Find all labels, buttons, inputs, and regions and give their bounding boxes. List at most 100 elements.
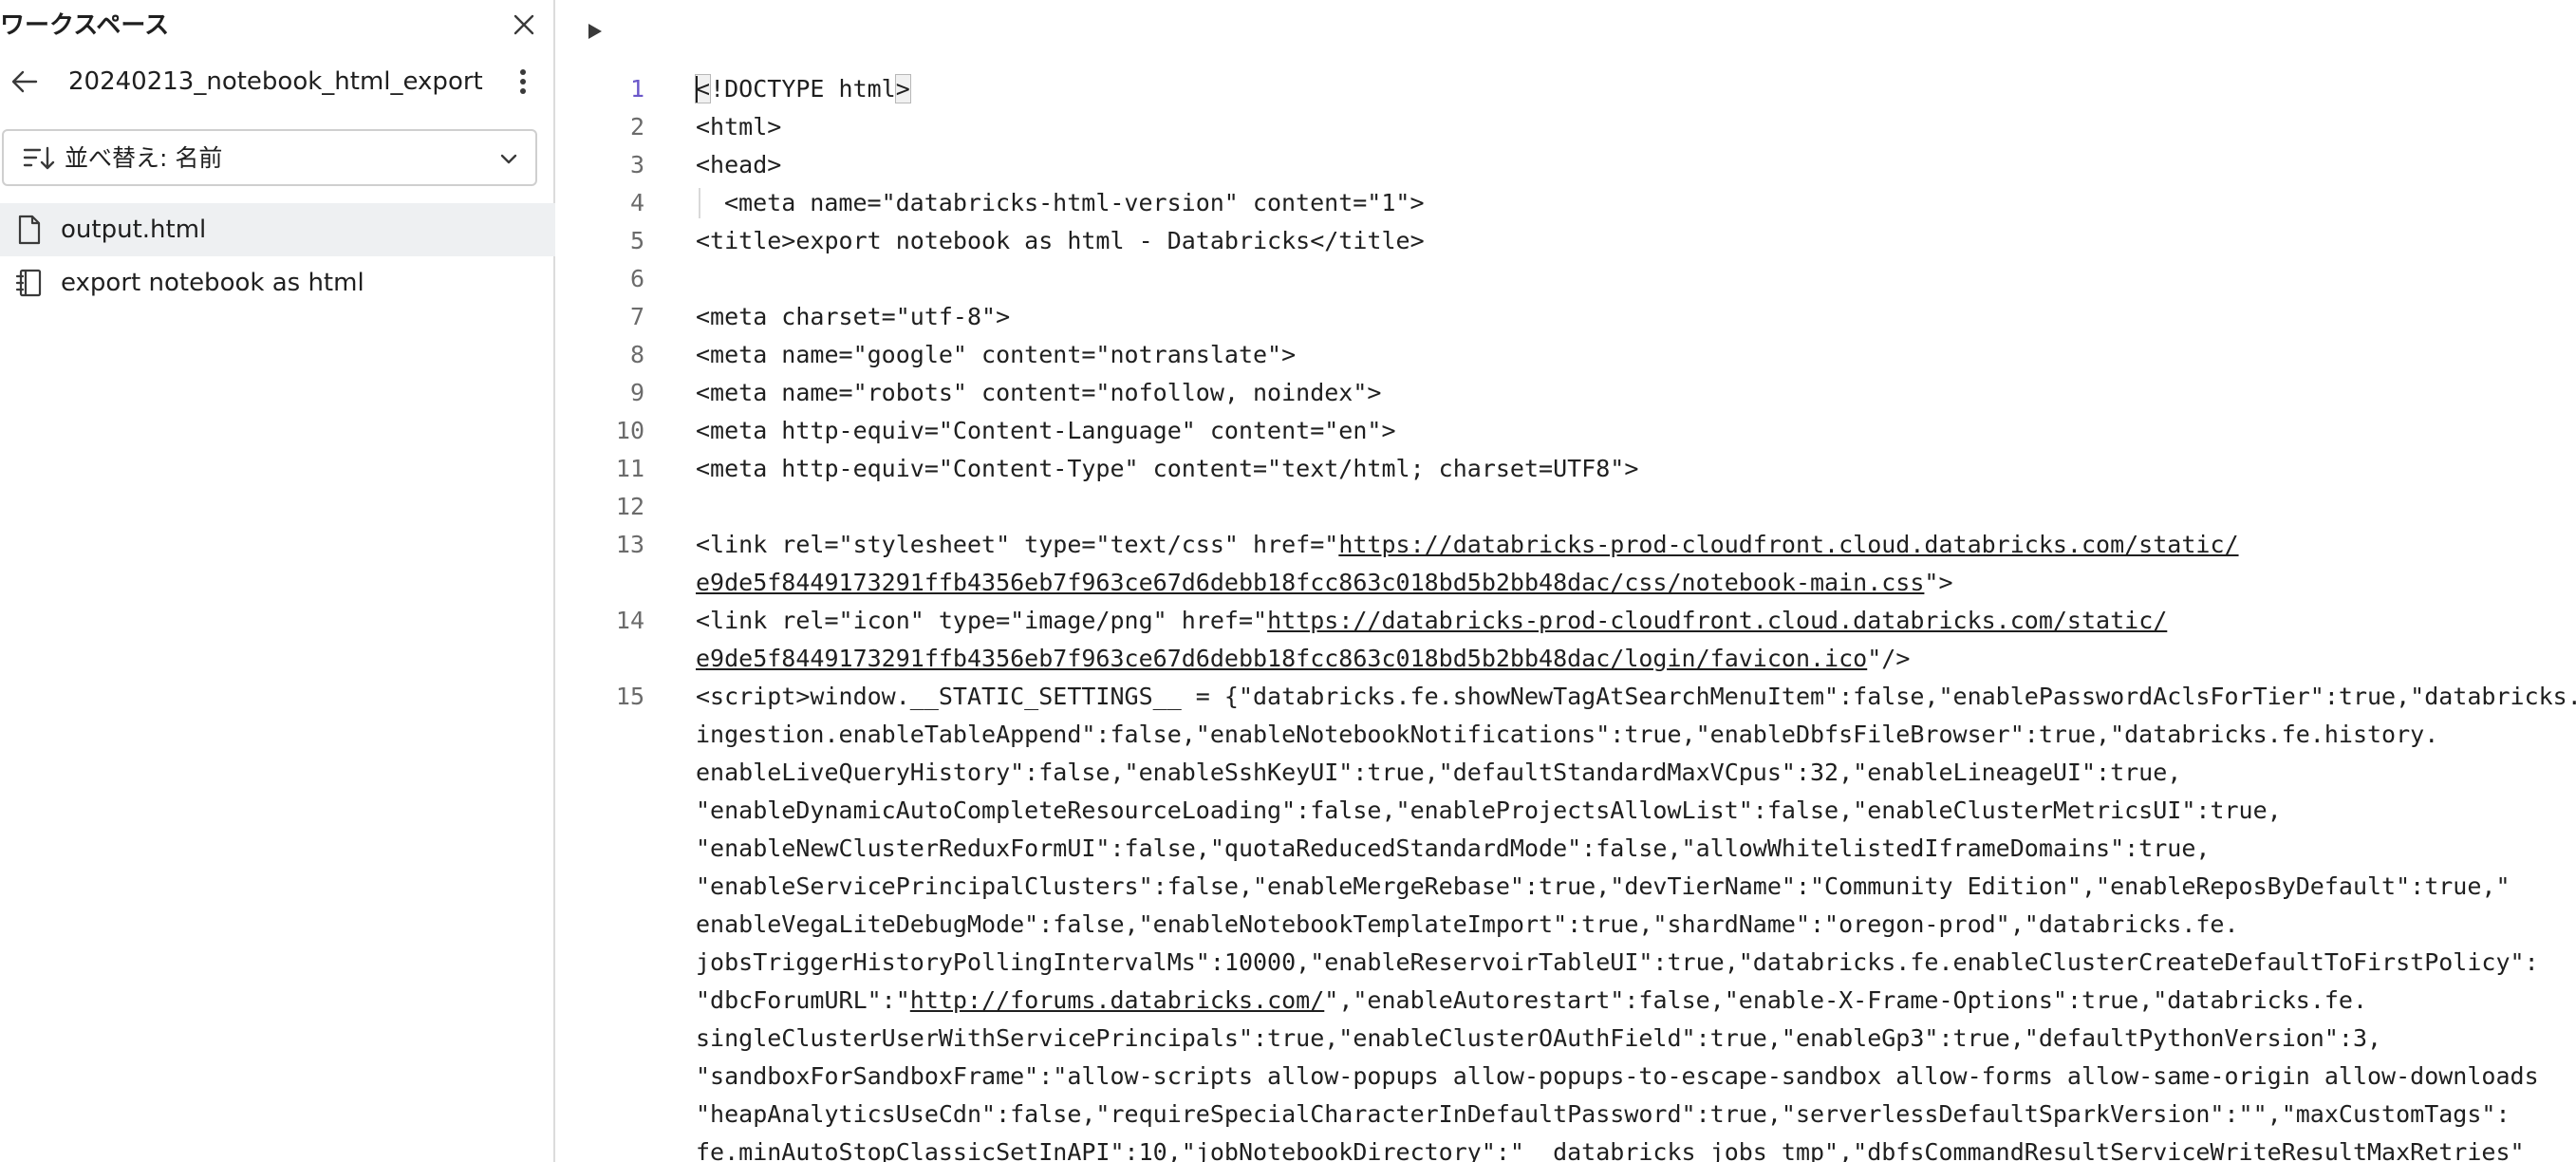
code-line-wrap: "enableServicePrincipalClusters":false,"… bbox=[557, 868, 2576, 906]
line-number: 8 bbox=[629, 341, 644, 368]
code-url-link[interactable]: e9de5f8449173291ffb4356eb7f963ce67d6debb… bbox=[696, 569, 1924, 596]
line-text: <meta name="robots" content="nofollow, n… bbox=[696, 379, 1382, 406]
code-line-wrap: "enableDynamicAutoCompleteResourceLoadin… bbox=[557, 792, 2576, 830]
folder-menu-button[interactable] bbox=[509, 65, 537, 99]
code-url-link[interactable]: https://databricks-prod-cloudfront.cloud… bbox=[1267, 607, 2167, 634]
back-button[interactable] bbox=[8, 65, 42, 99]
notebook-icon bbox=[15, 268, 44, 298]
code-line: 5 <title>export notebook as html - Datab… bbox=[557, 222, 2576, 260]
line-text: "heapAnalyticsUseCdn":false,"requireSpec… bbox=[696, 1100, 2511, 1128]
line-content: !DOCTYPE html bbox=[710, 75, 896, 103]
line-number: 11 bbox=[615, 455, 644, 482]
code-line: 6 bbox=[557, 260, 2576, 298]
line-text: ingestion.enableTableAppend":false,"enab… bbox=[696, 721, 2439, 748]
line-text: <script>window.__STATIC_SETTINGS__ = {"d… bbox=[696, 683, 2576, 710]
code-line-wrap: "dbcForumURL":"http://forums.databricks.… bbox=[557, 982, 2576, 1020]
line-text: singleClusterUserWithServicePrincipals":… bbox=[696, 1024, 2382, 1052]
current-folder-name: 20240213_notebook_html_export bbox=[68, 67, 483, 96]
line-number: 9 bbox=[629, 379, 644, 406]
chevron-down-icon bbox=[495, 146, 522, 173]
line-number: 15 bbox=[615, 683, 644, 710]
line-number: 12 bbox=[615, 493, 644, 520]
sort-label: 並べ替え: 名前 bbox=[65, 144, 223, 172]
close-sidebar-button[interactable] bbox=[509, 9, 539, 40]
file-item-label: export notebook as html bbox=[61, 269, 364, 297]
folder-nav: 20240213_notebook_html_export bbox=[0, 59, 555, 104]
line-number: 1 bbox=[629, 75, 644, 103]
line-number: 10 bbox=[615, 417, 644, 444]
indent-guide bbox=[699, 188, 700, 218]
code-line-wrap: jobsTriggerHistoryPollingIntervalMs":100… bbox=[557, 944, 2576, 982]
code-line: 13 <link rel="stylesheet" type="text/css… bbox=[557, 526, 2576, 564]
line-text: <meta charset="utf-8"> bbox=[696, 303, 1011, 330]
close-icon bbox=[513, 14, 534, 35]
line-text: "enableDynamicAutoCompleteResourceLoadin… bbox=[696, 797, 2282, 824]
code-line: 1 <!DOCTYPE html> bbox=[557, 70, 2576, 108]
code-line: 9 <meta name="robots" content="nofollow,… bbox=[557, 374, 2576, 412]
code-url-link[interactable]: e9de5f8449173291ffb4356eb7f963ce67d6debb… bbox=[696, 645, 1867, 672]
forum-url-link[interactable]: http://forums.databricks.com/ bbox=[910, 986, 1325, 1014]
line-text: "dbcForumURL":"http://forums.databricks.… bbox=[696, 982, 2367, 1020]
sort-icon bbox=[23, 144, 55, 173]
line-text: "sandboxForSandboxFrame":"allow-scripts … bbox=[696, 1062, 2539, 1090]
code-line-wrap: enableVegaLiteDebugMode":false,"enableNo… bbox=[557, 906, 2576, 944]
file-item-label: output.html bbox=[61, 216, 207, 244]
code-line-wrap: e9de5f8449173291ffb4356eb7f963ce67d6debb… bbox=[557, 640, 2576, 678]
file-item-output-html[interactable]: output.html bbox=[0, 203, 555, 256]
matching-bracket: < bbox=[694, 74, 712, 103]
code-line-wrap: fe.minAutoStopClassicSetInAPI":10,"jobNo… bbox=[557, 1134, 2576, 1162]
code-line: 3 <head> bbox=[557, 146, 2576, 184]
code-line: 7 <meta charset="utf-8"> bbox=[557, 298, 2576, 336]
code-segment: "> bbox=[1924, 569, 1953, 596]
line-text: <meta http-equiv="Content-Language" cont… bbox=[696, 417, 1396, 444]
code-line-wrap: "sandboxForSandboxFrame":"allow-scripts … bbox=[557, 1058, 2576, 1096]
line-text: <!DOCTYPE html> bbox=[694, 70, 911, 108]
line-text: <head> bbox=[696, 151, 782, 178]
workspace-header: ワークスペース bbox=[0, 0, 555, 53]
code-segment: "dbcForumURL":" bbox=[696, 986, 910, 1014]
file-item-export-notebook[interactable]: export notebook as html bbox=[0, 256, 555, 309]
code-line: 11 <meta http-equiv="Content-Type" conte… bbox=[557, 450, 2576, 488]
sort-dropdown[interactable]: 並べ替え: 名前 bbox=[2, 129, 537, 186]
file-list: output.html export notebook as html bbox=[0, 203, 555, 309]
line-number: 14 bbox=[615, 607, 644, 634]
line-number: 5 bbox=[629, 227, 644, 254]
arrow-left-icon bbox=[11, 70, 38, 93]
code-line-wrap: ingestion.enableTableAppend":false,"enab… bbox=[557, 716, 2576, 754]
line-number: 13 bbox=[615, 531, 644, 558]
line-number: 7 bbox=[629, 303, 644, 330]
code-line-wrap: "heapAnalyticsUseCdn":false,"requireSpec… bbox=[557, 1096, 2576, 1134]
workspace-sidebar: ワークスペース 20240213_notebook_html_export 並べ… bbox=[0, 0, 555, 1162]
code-line-wrap: singleClusterUserWithServicePrincipals":… bbox=[557, 1020, 2576, 1058]
line-text: <link rel="icon" type="image/png" href="… bbox=[696, 602, 2167, 640]
code-editor[interactable]: 1 <!DOCTYPE html> 2 <html> 3 <head> 4 <m… bbox=[557, 0, 2576, 1162]
line-number: 2 bbox=[629, 113, 644, 141]
file-icon bbox=[15, 215, 44, 245]
line-text: "enableNewClusterReduxFormUI":false,"quo… bbox=[696, 834, 2211, 862]
code-line-wrap: enableLiveQueryHistory":false,"enableSsh… bbox=[557, 754, 2576, 792]
matching-bracket: > bbox=[894, 74, 911, 103]
line-number: 6 bbox=[629, 265, 644, 292]
code-lines: 1 <!DOCTYPE html> 2 <html> 3 <head> 4 <m… bbox=[557, 70, 2576, 1162]
code-segment: ","enableAutorestart":false,"enable-X-Fr… bbox=[1324, 986, 2368, 1014]
line-number: 3 bbox=[629, 151, 644, 178]
code-line-wrap: e9de5f8449173291ffb4356eb7f963ce67d6debb… bbox=[557, 564, 2576, 602]
code-line-wrap: "enableNewClusterReduxFormUI":false,"quo… bbox=[557, 830, 2576, 868]
code-line: 15 <script>window.__STATIC_SETTINGS__ = … bbox=[557, 678, 2576, 716]
play-icon bbox=[588, 24, 602, 39]
line-text: <meta name="google" content="notranslate… bbox=[696, 341, 1297, 368]
line-text: <meta http-equiv="Content-Type" content=… bbox=[696, 455, 1639, 482]
line-text: e9de5f8449173291ffb4356eb7f963ce67d6debb… bbox=[696, 564, 1953, 602]
line-text: "enableServicePrincipalClusters":false,"… bbox=[696, 872, 2511, 900]
code-line: 8 <meta name="google" content="notransla… bbox=[557, 336, 2576, 374]
code-segment: <link rel="stylesheet" type="text/css" h… bbox=[696, 531, 1339, 558]
code-line: 4 <meta name="databricks-html-version" c… bbox=[557, 184, 2576, 222]
code-url-link[interactable]: https://databricks-prod-cloudfront.cloud… bbox=[1338, 531, 2238, 558]
code-line: 14 <link rel="icon" type="image/png" hre… bbox=[557, 602, 2576, 640]
code-line: 2 <html> bbox=[557, 108, 2576, 146]
workspace-title: ワークスペース bbox=[0, 11, 170, 40]
line-number: 4 bbox=[629, 189, 644, 216]
run-button[interactable] bbox=[586, 21, 605, 42]
line-text: <link rel="stylesheet" type="text/css" h… bbox=[696, 526, 2239, 564]
line-text: fe.minAutoStopClassicSetInAPI":10,"jobNo… bbox=[696, 1138, 2525, 1162]
